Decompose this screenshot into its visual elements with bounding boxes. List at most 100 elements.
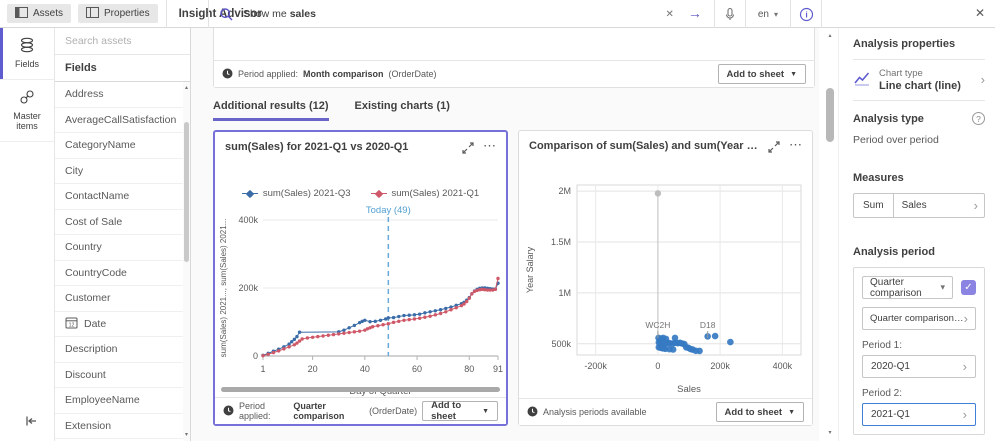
assets-toggle-button[interactable]: Assets	[7, 4, 71, 23]
language-value: en	[758, 9, 769, 20]
microphone-icon[interactable]	[715, 0, 745, 28]
search-assets-input[interactable]	[55, 28, 190, 55]
svg-text:500k: 500k	[551, 339, 571, 349]
measure-row[interactable]: Sum Sales ›	[853, 193, 985, 218]
card-footer: Analysis periods available Add to sheet▼	[519, 398, 812, 425]
scroll-up-icon[interactable]: ▴	[183, 84, 190, 92]
scroll-down-icon[interactable]: ▾	[183, 431, 190, 439]
assets-scrollbar[interactable]: ▴ ▾	[183, 82, 190, 441]
link-icon	[2, 89, 52, 107]
more-options-icon[interactable]: ⋯	[787, 140, 804, 150]
svg-text:2M: 2M	[558, 186, 571, 196]
period-checkbox[interactable]: ✓	[961, 280, 976, 295]
line-chart[interactable]: 0200k400k12040608091Today (49)sum(Sales)…	[217, 204, 506, 407]
period-applied-text: Period applied:	[238, 69, 298, 79]
search-bar: Show me sales ✕ → en ▾ i	[208, 0, 822, 28]
field-item[interactable]: Customer	[55, 286, 183, 312]
chart-type-row[interactable]: Chart type Line chart (line) ›	[853, 60, 985, 101]
add-to-sheet-button[interactable]: Add to sheet▼	[422, 401, 498, 421]
svg-text:200k: 200k	[710, 361, 730, 371]
period1-label: Period 1:	[862, 340, 976, 351]
expand-icon[interactable]	[767, 140, 781, 159]
calendar-icon: 12	[65, 316, 78, 332]
sidebar-item-master-items[interactable]: Master items	[0, 80, 54, 142]
scrollbar-thumb[interactable]	[184, 122, 189, 262]
period-applied-value: Quarter comparison	[293, 401, 364, 421]
insight-advisor-window: Assets Properties Insight Advisor Show m…	[0, 0, 995, 441]
field-item[interactable]: City	[55, 159, 183, 185]
more-options-icon[interactable]: ⋯	[481, 141, 498, 151]
main-scrollbar[interactable]: ▴ ▾	[823, 28, 837, 441]
close-icon[interactable]: ✕	[975, 6, 985, 20]
period-field-button[interactable]: Quarter comparison (OrderD... ›	[862, 307, 976, 330]
language-dropdown[interactable]: en ▾	[746, 9, 790, 20]
chevron-right-icon: ›	[963, 410, 967, 420]
period1-button[interactable]: 2020-Q1 ›	[862, 355, 976, 378]
svg-text:60: 60	[412, 364, 422, 374]
svg-text:20: 20	[308, 364, 318, 374]
period-comparison-dropdown[interactable]: Quarter comparison ▾	[862, 276, 953, 299]
tab-existing-charts-[interactable]: Existing charts (1)	[355, 100, 450, 121]
period-applied-field: (OrderDate)	[369, 406, 417, 416]
sidebar-item-label: Master items	[13, 111, 41, 131]
search-input[interactable]: Show me sales	[243, 8, 653, 20]
field-item[interactable]: EmployeeName	[55, 388, 183, 414]
svg-text:sum(Sales) 2021..., sum(Sales): sum(Sales) 2021..., sum(Sales) 2021...	[219, 219, 228, 358]
field-item[interactable]: ContactName	[55, 184, 183, 210]
left-rail: Fields Master items	[0, 28, 55, 441]
sidebar-item-fields[interactable]: Fields	[0, 28, 54, 80]
scroll-up-icon[interactable]: ▴	[823, 32, 837, 40]
field-item[interactable]: Description	[55, 337, 183, 363]
analysis-type-value: Period over period	[853, 134, 985, 146]
field-item[interactable]: CountryCode	[55, 261, 183, 287]
horizontal-scrollbar[interactable]	[221, 387, 500, 392]
tab-additional-results-[interactable]: Additional results (12)	[213, 100, 329, 121]
svg-text:Year Salary: Year Salary	[525, 246, 535, 293]
properties-toggle-button[interactable]: Properties	[78, 4, 158, 23]
svg-text:91: 91	[493, 364, 503, 374]
field-item[interactable]: 12Date	[55, 312, 183, 338]
chevron-down-icon: ▾	[774, 10, 778, 19]
topbar: Assets Properties Insight Advisor Show m…	[0, 0, 995, 28]
result-card-scatter[interactable]: Comparison of sum(Sales) and sum(Year Sa…	[518, 130, 813, 426]
field-item[interactable]: Discount	[55, 363, 183, 389]
field-item[interactable]: CategoryName	[55, 133, 183, 159]
help-icon[interactable]: ?	[972, 112, 985, 125]
period2-button[interactable]: 2021-Q1 ›	[862, 403, 976, 426]
scroll-down-icon[interactable]: ▾	[823, 429, 837, 437]
info-icon[interactable]: i	[791, 0, 821, 28]
scrollbar-thumb[interactable]	[826, 88, 834, 142]
add-to-sheet-button[interactable]: Add to sheet▼	[716, 402, 804, 422]
svg-text:1.5M: 1.5M	[551, 237, 571, 247]
svg-text:0: 0	[253, 351, 258, 361]
clock-icon	[223, 405, 234, 418]
previous-result-card[interactable]: Period applied: Month comparison (OrderD…	[213, 28, 815, 88]
dropdown-value: Quarter comparison	[870, 277, 940, 299]
period-applied-text: Period applied:	[239, 401, 288, 421]
assets-panel: Fields AddressAverageCallSatisfactionCat…	[55, 28, 191, 441]
search-icon	[209, 0, 234, 28]
clear-search-icon[interactable]: ✕	[653, 0, 685, 28]
scatter-chart[interactable]: 500k1M1.5M2M-200k0200k400kWC2HD18Year Sa…	[521, 171, 812, 404]
add-to-sheet-button[interactable]: Add to sheet▼	[718, 64, 806, 84]
svg-text:12: 12	[69, 322, 75, 328]
svg-text:200k: 200k	[238, 283, 258, 293]
analysis-properties-panel: Analysis properties Chart type Line char…	[838, 28, 995, 441]
field-item[interactable]: AverageCallSatisfaction	[55, 108, 183, 134]
assets-panel-icon	[15, 7, 28, 21]
field-item[interactable]: Address	[55, 82, 183, 108]
chart-title: sum(Sales) for 2021-Q1 vs 2020-Q1	[225, 141, 455, 153]
clock-icon	[222, 68, 233, 81]
collapse-panel-icon[interactable]	[24, 414, 38, 433]
field-item[interactable]: Country	[55, 235, 183, 261]
field-item[interactable]: Cost of Sale	[55, 210, 183, 236]
svg-text:WC2H: WC2H	[645, 320, 670, 330]
submit-search-icon[interactable]: →	[686, 0, 714, 28]
result-card-line-chart[interactable]: sum(Sales) for 2021-Q1 vs 2020-Q1 ⋯ sum(…	[213, 130, 508, 426]
chevron-right-icon: ›	[963, 362, 967, 372]
field-item[interactable]: Extension	[55, 414, 183, 440]
topbar-separator	[166, 0, 167, 28]
expand-icon[interactable]	[461, 141, 475, 160]
svg-text:-200k: -200k	[584, 361, 607, 371]
legend-item: sum(Sales) 2021-Q1	[371, 188, 480, 199]
